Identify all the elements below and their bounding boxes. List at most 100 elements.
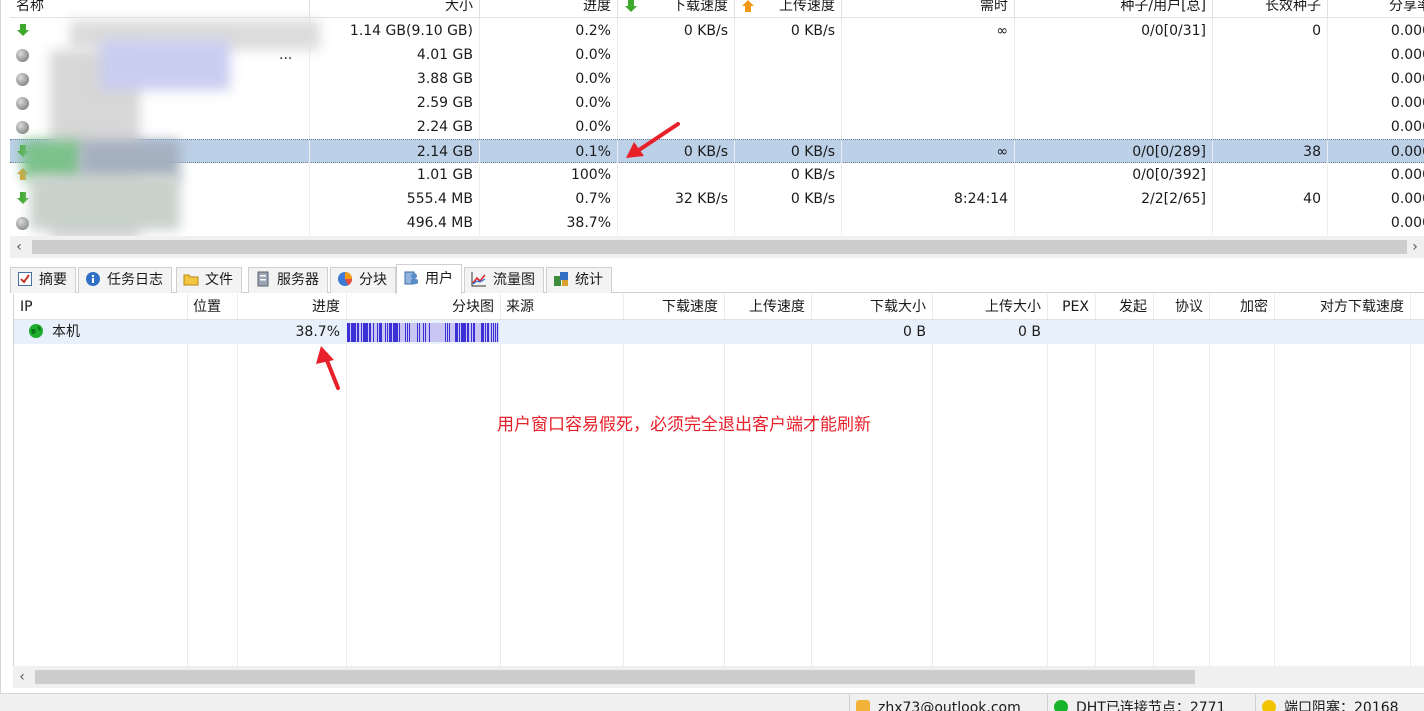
blurred-name-overlay <box>22 140 82 180</box>
piece-segment <box>463 323 465 342</box>
checklist-icon <box>18 272 32 286</box>
tab-statistics[interactable]: 统计 <box>546 267 612 293</box>
blurred-name-overlay <box>100 40 230 90</box>
piece-segment <box>459 323 460 342</box>
piece-segment <box>471 323 472 342</box>
paused-dot-icon <box>16 96 29 110</box>
column-header-size[interactable]: 大小 <box>310 0 480 19</box>
torrent-upload-speed: 0 KB/s <box>735 187 842 211</box>
torrent-row[interactable]: 1.01 GB100% 0 KB/s 0/0[0/392] 0.000 <box>10 163 1424 187</box>
piece-segment <box>407 323 408 342</box>
peer-downloaded-size: 0 B <box>903 324 926 340</box>
piece-segment <box>447 323 448 342</box>
column-header-ip[interactable]: IP <box>14 294 187 320</box>
torrent-eta: ∞ <box>842 140 1015 164</box>
annotation-arrow <box>626 122 680 158</box>
torrent-progress: 100% <box>480 163 618 187</box>
column-header-ratio[interactable]: 分享率 <box>1328 0 1424 19</box>
paused-dot-icon <box>16 72 29 86</box>
column-header-source[interactable]: 来源 <box>500 294 623 320</box>
torrent-eta <box>842 91 1015 115</box>
tab-servers[interactable]: 服务器 <box>248 267 328 293</box>
torrent-availability: 38 <box>1213 140 1328 164</box>
piece-segment <box>497 323 498 342</box>
column-header-peer-download-speed[interactable]: 下载速度 <box>623 294 724 320</box>
torrent-upload-speed: 0 KB/s <box>735 19 842 43</box>
torrent-row[interactable]: 2.59 GB0.0% 0.000 <box>10 91 1424 115</box>
torrent-availability <box>1213 115 1328 139</box>
peer-row[interactable]: 本机 38.7% 0 B 0 B <box>14 320 1424 344</box>
column-header-encryption[interactable]: 加密 <box>1209 294 1274 320</box>
column-header-upload-speed[interactable]: 上传速度 <box>735 0 842 19</box>
torrent-eta <box>842 43 1015 67</box>
torrent-upload-speed <box>735 43 842 67</box>
torrent-list-hscrollbar[interactable]: ‹ › <box>10 236 1424 258</box>
torrent-download-speed <box>618 43 735 67</box>
scroll-thumb[interactable] <box>35 670 1195 684</box>
peer-list-hscrollbar[interactable]: ‹ <box>13 666 1424 688</box>
torrent-availability <box>1213 211 1328 235</box>
port-status-icon <box>1262 700 1276 711</box>
status-bar: zhx73@outlook.com DHT已连接节点：2771 端口阻塞：201… <box>0 693 1424 711</box>
column-header-availability[interactable]: 长效种子 <box>1213 0 1328 19</box>
column-header-pex[interactable]: PEX <box>1047 294 1095 320</box>
torrent-progress: 0.2% <box>480 19 618 43</box>
piece-segment <box>465 323 466 342</box>
column-header-progress[interactable]: 进度 <box>480 0 618 19</box>
piece-segment <box>397 323 398 342</box>
column-header-protocol[interactable]: 协议 <box>1153 294 1209 320</box>
piece-segment <box>357 323 359 342</box>
torrent-download-speed <box>618 211 735 235</box>
paused-dot-icon <box>16 120 29 134</box>
tab-traffic-graph-label: 流量图 <box>493 272 535 288</box>
torrent-progress: 0.1% <box>480 140 618 164</box>
column-header-eta[interactable]: 需时 <box>842 0 1015 19</box>
column-header-seeds-peers[interactable]: 种子/用户[总] <box>1015 0 1213 19</box>
column-header-location[interactable]: 位置 <box>187 294 237 320</box>
tab-traffic-graph[interactable]: 流量图 <box>464 267 544 293</box>
scroll-left-icon[interactable]: ‹ <box>13 666 31 688</box>
column-header-downloaded-size[interactable]: 下载大小 <box>811 294 932 320</box>
tab-pieces[interactable]: 分块 <box>330 267 396 293</box>
torrent-download-speed <box>618 67 735 91</box>
tab-summary[interactable]: 摘要 <box>10 267 76 293</box>
column-header-download-speed[interactable]: 下载速度 <box>618 0 735 19</box>
torrent-row[interactable]: 555.4 MB 0.7% 32 KB/s 0 KB/s 8:24:14 2/2[2/65… <box>10 187 1424 211</box>
column-header-initiated[interactable]: 发起 <box>1095 294 1153 320</box>
scroll-right-icon[interactable]: › <box>1406 236 1424 258</box>
annotation-arrow <box>316 346 340 390</box>
tab-task-log-label: 任务日志 <box>107 272 163 288</box>
column-header-peer-upload-speed[interactable]: 上传速度 <box>724 294 811 320</box>
piece-segment <box>365 323 367 342</box>
column-header-peer-progress[interactable]: 进度 <box>237 294 346 320</box>
tab-pieces-label: 分块 <box>359 272 387 288</box>
piece-segment <box>381 323 382 342</box>
piece-segment <box>417 323 418 342</box>
scroll-thumb[interactable] <box>32 240 1407 254</box>
column-header-remote-download-speed[interactable]: 对方下载速度 <box>1274 294 1410 320</box>
piece-segment <box>349 323 350 342</box>
torrent-row[interactable]: 2.24 GB0.0% 0.000 <box>10 115 1424 139</box>
status-dht: DHT已连接节点：2771 <box>1047 694 1255 711</box>
column-header-name[interactable]: 名称 <box>10 0 310 19</box>
tab-task-log[interactable]: 任务日志 <box>78 267 172 293</box>
piece-segment <box>485 323 486 342</box>
torrent-row[interactable]: 2.14 GB 0.1% 0 KB/s 0 KB/s ∞ 0/0[0/289] 38 0.00… <box>10 139 1424 164</box>
tab-peers[interactable]: 用户 <box>396 264 462 294</box>
piece-segment <box>425 323 426 342</box>
piece-segment <box>399 323 400 342</box>
tab-files[interactable]: 文件 <box>176 267 242 293</box>
torrent-row[interactable]: 496.4 MB38.7% 0.000 <box>10 211 1424 235</box>
tab-files-label: 文件 <box>205 272 233 288</box>
column-header-piece-map[interactable]: 分块图 <box>346 294 500 320</box>
line-graph-icon <box>471 272 486 287</box>
user-icon <box>404 271 418 285</box>
status-account[interactable]: zhx73@outlook.com <box>849 694 1047 711</box>
column-header-uploaded-size[interactable]: 上传大小 <box>932 294 1047 320</box>
piece-segment <box>491 323 492 342</box>
torrent-seeds-peers: 0/0[0/289] <box>1015 140 1213 164</box>
torrent-ratio: 0.000 <box>1328 211 1424 235</box>
torrent-upload-speed: 0 KB/s <box>735 140 842 164</box>
tab-summary-label: 摘要 <box>39 272 67 288</box>
scroll-left-icon[interactable]: ‹ <box>10 236 28 258</box>
